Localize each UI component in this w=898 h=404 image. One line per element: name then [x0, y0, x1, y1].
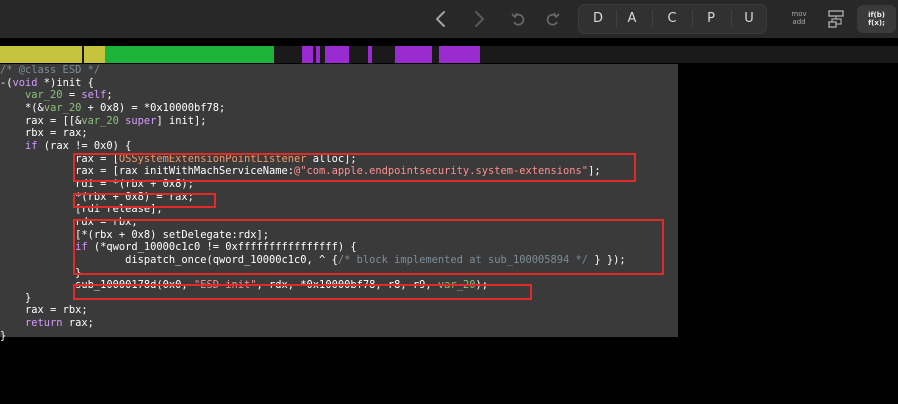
- highlight-box-delegate: [73, 219, 664, 275]
- mov-label: mov: [791, 10, 807, 18]
- procedure-segment: [395, 46, 432, 63]
- divider: [692, 10, 693, 28]
- code-line: rax = rbx;: [25, 304, 88, 317]
- procedure-segment: [325, 46, 349, 63]
- highlight-box-log-call: [73, 284, 532, 300]
- divider: [731, 10, 732, 28]
- mode-button-c[interactable]: C: [659, 9, 685, 29]
- highlight-box-assign: [73, 193, 216, 208]
- graph-view-icon: [828, 10, 844, 28]
- code-token: (rax != 0x0) {: [37, 139, 132, 152]
- class-comment: /* @class ESD */: [0, 64, 101, 76]
- code-variable: var_20: [81, 114, 119, 127]
- code-keyword: self: [81, 89, 107, 102]
- code-line: }: [25, 291, 32, 304]
- redo-icon: [546, 12, 560, 26]
- mode-button-a[interactable]: A: [619, 9, 645, 29]
- code-token: =: [62, 89, 82, 102]
- divider: [616, 10, 617, 28]
- redo-button[interactable]: [542, 9, 562, 29]
- pseudocode-button[interactable]: if(b) f(x);: [857, 5, 896, 33]
- display-mode-group: D A C P U: [578, 4, 767, 34]
- chevron-left-icon: [436, 11, 445, 27]
- code-token: ] init];: [156, 114, 207, 127]
- code-segment: [105, 46, 274, 63]
- chevron-right-icon: [475, 11, 484, 27]
- code-variable: var_20: [43, 101, 82, 114]
- code-line: }: [0, 329, 7, 342]
- code-token: -(: [0, 76, 13, 89]
- graph-view-button[interactable]: [826, 9, 846, 29]
- pseudo-label-top: if(b): [868, 11, 885, 19]
- code-token: ;: [106, 89, 113, 102]
- code-keyword: super: [125, 114, 157, 127]
- mode-button-p[interactable]: P: [698, 9, 724, 29]
- code-keyword: void: [12, 76, 38, 89]
- code-keyword: if: [25, 139, 38, 152]
- code-keyword: return: [25, 317, 63, 330]
- code-line: rbx = rax;: [25, 127, 88, 140]
- pseudo-label-bottom: f(x);: [868, 19, 885, 27]
- code-token: + 0x8) = *0x10000bf78;: [81, 101, 226, 114]
- navigation-band[interactable]: [0, 46, 898, 63]
- highlight-box-listener-alloc: [73, 153, 636, 182]
- mov-add-button[interactable]: mov add: [786, 10, 812, 26]
- add-label: add: [792, 18, 806, 26]
- procedure-segment: [316, 46, 320, 63]
- data-segment: [0, 46, 82, 63]
- toolbar: D A C P U mov add if(b) f(x);: [0, 0, 898, 38]
- divider: [652, 10, 653, 28]
- forward-button[interactable]: [466, 6, 492, 32]
- data-segment: [84, 46, 105, 63]
- procedure-segment: [368, 46, 372, 63]
- pseudocode-panel[interactable]: /* @class ESD */ -(void *)init { var_20 …: [0, 64, 678, 342]
- mode-button-d[interactable]: D: [585, 9, 611, 29]
- procedure-segment: [302, 46, 313, 63]
- mode-button-u[interactable]: U: [736, 9, 762, 29]
- code-token: rax = [[&: [25, 114, 82, 127]
- procedure-segment: [439, 46, 480, 63]
- code-variable: var_20: [25, 89, 63, 102]
- undo-icon: [511, 12, 525, 26]
- code-token: *)init {: [37, 76, 94, 89]
- back-button[interactable]: [428, 6, 454, 32]
- code-token: rax;: [62, 317, 94, 330]
- undo-button[interactable]: [509, 9, 529, 29]
- code-token: *(&: [25, 101, 44, 114]
